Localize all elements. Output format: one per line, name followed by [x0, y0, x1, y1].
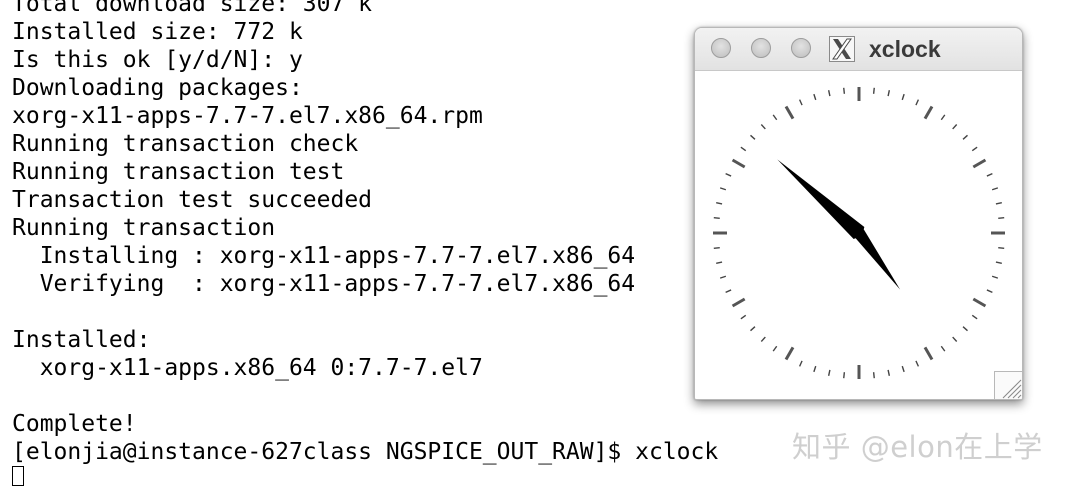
close-button[interactable] [711, 38, 731, 58]
clock-minute-tick [887, 369, 891, 376]
terminal-line: Complete! [12, 411, 137, 437]
clock-minute-tick [901, 93, 905, 101]
minimize-button[interactable] [751, 38, 771, 58]
terminal-line: Is this ok [y/d/N]: y [12, 47, 303, 73]
terminal-line: Downloading packages: [12, 75, 303, 101]
clock-minute-tick [750, 326, 756, 332]
xclock-window[interactable]: xclock [694, 27, 1023, 400]
clock-minute-tick [995, 261, 1002, 265]
clock-minute-tick [725, 172, 732, 177]
terminal-line: Installed: [12, 327, 151, 353]
terminal-line: Transaction test succeeded [12, 187, 373, 213]
clock-minute-tick [798, 99, 803, 106]
terminal-line: Total download size: 307 k [12, 0, 373, 17]
clock-minute-tick [962, 134, 968, 140]
clock-minute-tick [901, 365, 905, 373]
clock-minute-tick [995, 201, 1002, 205]
clock-hour-tick [731, 297, 746, 308]
clock-hour-tick [923, 105, 934, 120]
clock-minute-tick [940, 345, 946, 352]
clock-hour-tick [972, 158, 987, 169]
clock-minute-tick [772, 114, 778, 121]
terminal-cursor [12, 466, 24, 486]
clock-minute-tick [843, 372, 846, 379]
clock-minute-tick [740, 146, 747, 152]
terminal-line: Running transaction check [12, 131, 359, 157]
terminal-prompt-line[interactable]: [elonjia@instance-627class NGSPICE_OUT_R… [12, 438, 718, 466]
clock-minute-tick [991, 275, 999, 279]
clock-minute-tick [962, 326, 968, 332]
clock-minute-tick [991, 187, 999, 191]
x11-logo-icon [829, 36, 855, 62]
terminal-line: Verifying : xorg-x11-apps-7.7-7.el7.x86_… [12, 271, 636, 297]
resize-grip[interactable] [994, 371, 1022, 399]
clock-hour-tick [784, 105, 795, 120]
clock-hour-tick [731, 158, 746, 169]
clock-minute-tick [915, 360, 920, 367]
clock-minute-tick [750, 134, 756, 140]
window-titlebar[interactable]: xclock [695, 28, 1022, 71]
clock-minute-tick [719, 187, 727, 191]
clock-minute-tick [827, 90, 831, 97]
zoom-button[interactable] [791, 38, 811, 58]
clock-minute-tick [813, 93, 817, 101]
clock-minute-tick [716, 261, 723, 265]
clock-hour-hand [777, 159, 865, 239]
terminal-line: Installed size: 772 k [12, 19, 303, 45]
clock-minute-tick [716, 201, 723, 205]
clock-minute-hand [854, 229, 901, 290]
clock-minute-tick [971, 314, 978, 320]
clock-minute-tick [887, 90, 891, 97]
clock-minute-tick [760, 124, 766, 130]
clock-minute-tick [952, 336, 958, 342]
clock-minute-tick [827, 369, 831, 376]
clock-minute-tick [872, 87, 875, 94]
clock-minute-tick [986, 289, 993, 294]
window-title: xclock [869, 36, 941, 62]
terminal-output: Total download size: 307 k Installed siz… [12, 0, 718, 466]
clock-minute-tick [798, 360, 803, 367]
clock-hour-tick [923, 346, 934, 361]
terminal-line: xorg-x11-apps.x86_64 0:7.7-7.el7 [12, 355, 483, 381]
clock-face [695, 71, 1022, 399]
clock-minute-tick [772, 345, 778, 352]
clock-minute-tick [843, 87, 846, 94]
clock-minute-tick [725, 289, 732, 294]
clock-minute-tick [813, 365, 817, 373]
clock-minute-tick [986, 172, 993, 177]
clock-minute-tick [940, 114, 946, 121]
clock-minute-tick [872, 372, 875, 379]
clock-minute-tick [713, 217, 720, 220]
clock-minute-tick [713, 246, 720, 249]
terminal-line: Installing : xorg-x11-apps-7.7-7.el7.x86… [12, 243, 636, 269]
clock-minute-tick [740, 314, 747, 320]
clock-minute-tick [760, 336, 766, 342]
clock-minute-tick [998, 217, 1005, 220]
clock-hour-tick [972, 297, 987, 308]
clock-minute-tick [998, 246, 1005, 249]
clock-minute-tick [952, 124, 958, 130]
clock-hour-tick [784, 346, 795, 361]
terminal-line: Running transaction test [12, 159, 345, 185]
clock-minute-tick [915, 99, 920, 106]
clock-minute-tick [971, 146, 978, 152]
clock-minute-tick [719, 275, 727, 279]
watermark-text: 知乎 @elon在上学 [792, 430, 1043, 464]
terminal-line: xorg-x11-apps-7.7-7.el7.x86_64.rpm [12, 103, 483, 129]
terminal-line: Running transaction [12, 215, 276, 241]
